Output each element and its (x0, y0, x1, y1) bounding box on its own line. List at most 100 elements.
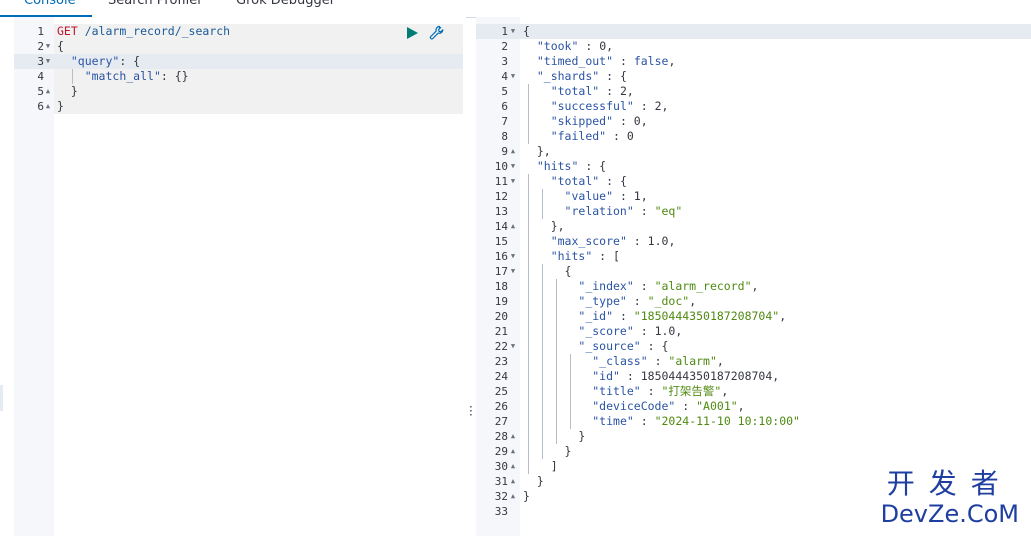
pane-resizer[interactable]: · · · (466, 17, 476, 536)
fold-close-icon[interactable]: ▲ (43, 99, 53, 114)
line-number: 5 (37, 85, 44, 98)
line-number: 1 (501, 25, 508, 38)
fold-close-icon[interactable]: ▲ (508, 444, 518, 459)
code-line: } (57, 99, 466, 114)
line-number: 6 (37, 100, 44, 113)
fold-open-icon[interactable]: ▼ (43, 39, 53, 54)
code-token: "total" (550, 174, 600, 188)
code-token: 1.0 (654, 324, 676, 338)
line-number: 13 (494, 205, 508, 218)
code-token: : (647, 354, 669, 368)
code-token: "_shards" (536, 69, 600, 83)
code-token: 1 (633, 189, 641, 203)
code-token: "hits" (550, 249, 593, 263)
fold-open-icon[interactable]: ▼ (508, 264, 518, 279)
fold-open-icon[interactable]: ▼ (508, 24, 518, 39)
code-token: , (661, 99, 669, 113)
line-number: 9 (501, 145, 508, 158)
fold-open-icon[interactable]: ▼ (508, 249, 518, 264)
line-number: 28 (494, 430, 508, 443)
code-token: } (523, 444, 572, 458)
code-token: "alarm_record" (654, 279, 752, 293)
code-token: } (57, 99, 64, 113)
line-number: 2 (501, 40, 508, 53)
code-line: { (523, 264, 1031, 279)
code-token: : (640, 384, 662, 398)
code-token: , (751, 279, 759, 293)
line-number: 32 (494, 490, 508, 503)
code-token: "time" (592, 414, 634, 428)
fold-open-icon[interactable]: ▼ (508, 159, 518, 174)
code-line: "took" : 0, (523, 39, 1031, 54)
line-number: 31 (494, 475, 508, 488)
code-line: "title" : "打架告警", (523, 384, 1031, 399)
send-request-button[interactable] (407, 27, 418, 39)
code-token: "id" (592, 369, 620, 383)
code-token: , (737, 399, 745, 413)
wrench-icon[interactable] (429, 25, 445, 41)
fold-open-icon[interactable]: ▼ (43, 54, 53, 69)
code-token: , (721, 384, 729, 398)
code-token: false (633, 54, 669, 68)
fold-open-icon[interactable]: ▼ (508, 69, 518, 84)
code-token: , (640, 189, 648, 203)
code-line: }, (523, 144, 1031, 159)
line-number: 23 (494, 355, 508, 368)
code-token: "A001" (696, 399, 738, 413)
fold-close-icon[interactable]: ▲ (508, 429, 518, 444)
code-token: : (613, 309, 634, 323)
code-token: : (613, 54, 634, 68)
code-line: } (57, 84, 466, 99)
line-number: 8 (501, 130, 508, 143)
code-token: } (523, 429, 586, 443)
fold-open-icon[interactable]: ▼ (508, 339, 518, 354)
fold-close-icon[interactable]: ▲ (43, 84, 53, 99)
code-line: "skipped" : 0, (523, 114, 1031, 129)
code-line: "timed_out" : false, (523, 54, 1031, 69)
code-token: 1.0 (647, 234, 669, 248)
code-token: : (578, 39, 600, 53)
fold-close-icon[interactable]: ▲ (508, 489, 518, 504)
fold-close-icon[interactable]: ▲ (508, 474, 518, 489)
code-line: "_index" : "alarm_record", (523, 279, 1031, 294)
code-token: : {} (160, 69, 189, 83)
tab-search-profiler[interactable]: Search Profiler (108, 0, 203, 8)
code-line: "deviceCode" : "A001", (523, 399, 1031, 414)
fold-close-icon[interactable]: ▲ (508, 144, 518, 159)
code-token: "_doc" (647, 294, 690, 308)
code-token: "deviceCode" (592, 399, 676, 413)
tab-console[interactable]: Console (24, 0, 76, 8)
code-token: 2 (654, 99, 662, 113)
code-line: }, (523, 219, 1031, 234)
code-token: "alarm" (668, 354, 717, 368)
request-editor[interactable]: 1 GET /alarm_record/_search 2 ▼ {3 ▼ "query":… (0, 17, 466, 536)
code-token: , (779, 309, 787, 323)
code-token: "title" (592, 384, 641, 398)
fold-open-icon[interactable]: ▼ (508, 174, 518, 189)
line-number: 6 (501, 100, 508, 113)
response-viewer[interactable]: 1 ▼{2 "took" : 0, 3 "timed_out" : false, 4 ▼… (476, 17, 1031, 536)
code-token: : [ (592, 249, 620, 263)
tab-grok-debugger[interactable]: Grok Debugger (236, 0, 335, 8)
code-token: ] (523, 459, 558, 473)
code-token: : { (119, 54, 141, 68)
code-token: "eq" (654, 204, 683, 218)
code-token: "_class" (592, 354, 648, 368)
code-line: "_score" : 1.0, (523, 324, 1031, 339)
fold-close-icon[interactable]: ▲ (508, 219, 518, 234)
fold-close-icon[interactable]: ▲ (508, 459, 518, 474)
line-number: 12 (494, 190, 508, 203)
code-token: "took" (536, 39, 579, 53)
code-token: : { (599, 69, 627, 83)
